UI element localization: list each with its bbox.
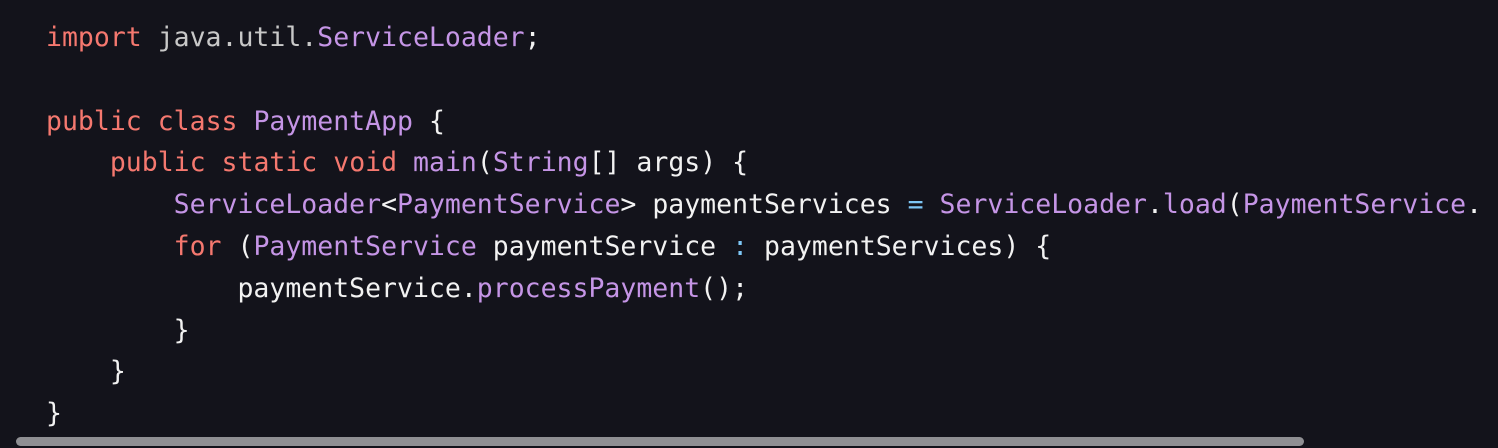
code-line: for (PaymentService paymentService : pay… xyxy=(46,226,1480,268)
code-token-keyword: class xyxy=(157,105,238,137)
code-token-plain: > paymentServices xyxy=(620,189,908,221)
code-token-plain: paymentServices) { xyxy=(748,230,1052,262)
horizontal-scrollbar-track[interactable] xyxy=(16,437,1498,446)
code-viewport[interactable]: import java.util.ServiceLoader; public c… xyxy=(46,17,1480,437)
code-token-op: : xyxy=(732,230,749,262)
code-token-keyword: import xyxy=(46,22,142,53)
code-token-type: String xyxy=(492,147,589,179)
code-token-plain: [] args) { xyxy=(588,147,749,179)
code-token-plain: < xyxy=(381,189,398,221)
code-line: } xyxy=(46,393,1480,435)
code-token-type: ServiceLoader xyxy=(173,189,382,221)
code-token-plain: paymentService xyxy=(476,230,733,262)
code-token-plain: paymentService. xyxy=(46,272,477,304)
code-token-keyword: public xyxy=(46,105,142,137)
code-line: } xyxy=(46,351,1480,393)
code-token-type: PaymentService xyxy=(1242,189,1467,221)
code-token-keyword: static xyxy=(221,147,318,179)
code-token-keyword: for xyxy=(173,230,222,262)
code-line: } xyxy=(46,310,1480,352)
code-token-type: PaymentService xyxy=(253,230,477,262)
code-token-muted: java.util. xyxy=(141,22,318,53)
code-token-func: load xyxy=(1162,189,1227,221)
code-block: import java.util.ServiceLoader; public c… xyxy=(0,0,1498,448)
code-line: ServiceLoader<PaymentService> paymentSer… xyxy=(46,184,1480,226)
code-token-keyword: void xyxy=(333,147,398,179)
code-token-plain: . xyxy=(1146,189,1163,221)
code-line: paymentService.processPayment(); xyxy=(46,268,1480,310)
code-token-func: main xyxy=(413,147,477,179)
code-token-type: PaymentService xyxy=(397,189,621,221)
code-token-plain: } xyxy=(46,398,62,430)
horizontal-scrollbar-thumb[interactable] xyxy=(16,437,1304,446)
code-token-plain: ( xyxy=(476,147,493,179)
code-token-type: ServiceLoader xyxy=(317,22,525,53)
code-line: public class PaymentApp { xyxy=(46,101,1480,143)
code-token-keyword: public xyxy=(109,147,206,179)
code-content: import java.util.ServiceLoader; public c… xyxy=(46,17,1480,435)
code-token-plain: } xyxy=(46,356,126,388)
code-line: import java.util.ServiceLoader; xyxy=(46,17,1480,59)
code-token-type: ServiceLoader xyxy=(939,189,1147,221)
code-token-plain: ( xyxy=(1226,189,1243,221)
code-token-plain: . xyxy=(1466,189,1480,220)
code-token-func: processPayment xyxy=(476,272,701,304)
code-token-type: PaymentApp xyxy=(253,105,413,137)
code-token-plain: } xyxy=(46,314,190,346)
code-token-plain: (); xyxy=(700,272,749,304)
code-token-op: = xyxy=(907,189,924,221)
code-token-plain: ( xyxy=(221,230,254,262)
code-line: public static void main(String[] args) { xyxy=(46,142,1480,184)
code-token-plain: ; xyxy=(524,22,541,53)
code-token-plain: { xyxy=(413,105,445,137)
